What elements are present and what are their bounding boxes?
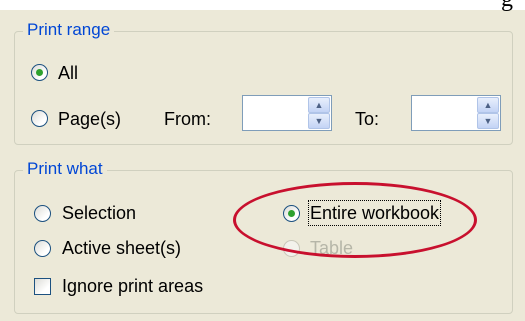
from-up-arrow-icon[interactable]: ▲: [308, 97, 330, 113]
to-down-arrow-icon[interactable]: ▼: [477, 113, 499, 129]
ignore-print-areas-checkbox[interactable]: [34, 278, 51, 295]
to-spinner-buttons: ▲ ▼: [477, 97, 499, 129]
selection-radio[interactable]: [34, 205, 51, 222]
from-label: From:: [164, 109, 211, 129]
pages-label[interactable]: Page(s): [58, 108, 121, 130]
table-label: Table: [310, 238, 354, 258]
print-what-title: Print what: [23, 158, 107, 180]
all-label[interactable]: All: [58, 62, 78, 84]
pages-radio[interactable]: [31, 110, 48, 127]
from-spinner-buttons: ▲ ▼: [308, 97, 330, 129]
to-label: To:: [355, 109, 380, 129]
to-spinner[interactable]: ▲ ▼: [411, 95, 501, 131]
print-range-title: Print range: [23, 19, 115, 41]
top-caption-fragment: g: [0, 0, 525, 11]
active-sheets-label[interactable]: Active sheet(s): [62, 237, 181, 259]
active-sheets-radio[interactable]: [34, 240, 51, 257]
entire-workbook-label[interactable]: Entire workbook: [307, 200, 442, 226]
from-spinner[interactable]: ▲ ▼: [242, 95, 332, 131]
entire-workbook-radio[interactable]: [283, 205, 300, 222]
from-down-arrow-icon[interactable]: ▼: [308, 113, 330, 129]
table-radio: [283, 240, 300, 257]
print-dialog: g Print range All Page(s) From: ▲ ▼ To: …: [0, 0, 525, 321]
to-up-arrow-icon[interactable]: ▲: [477, 97, 499, 113]
all-radio[interactable]: [31, 64, 48, 81]
selection-label[interactable]: Selection: [62, 202, 136, 224]
ignore-print-areas-label[interactable]: Ignore print areas: [62, 275, 203, 297]
